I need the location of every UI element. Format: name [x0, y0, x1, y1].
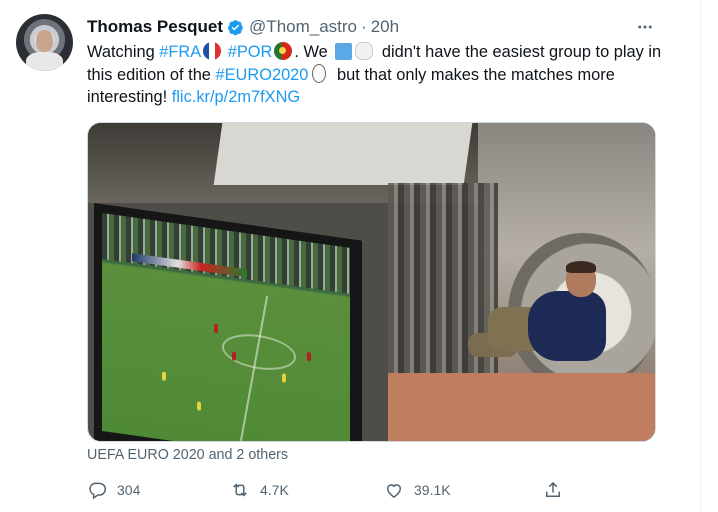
retweet-button[interactable]: 4.7K [230, 477, 289, 503]
more-options-icon[interactable] [632, 14, 658, 40]
hashtag-por[interactable]: #POR [228, 43, 273, 61]
tweet-actions: 304 4.7K 39.1K [87, 477, 587, 503]
author-handle[interactable]: @Thom_astro [249, 17, 357, 37]
share-icon [546, 481, 560, 497]
france-flag-icon [203, 42, 222, 60]
separator-dot: · [361, 17, 367, 36]
hashtag-euro2020[interactable]: #EURO2020 [215, 66, 308, 84]
euro-ball-emoji-icon [312, 63, 327, 83]
screen-player [162, 371, 166, 381]
screen-player [232, 351, 236, 361]
verified-badge-icon [228, 19, 243, 35]
tweet-link[interactable]: flic.kr/p/2m7fXNG [172, 88, 300, 106]
heart-icon [387, 484, 401, 498]
avatar-face [36, 30, 53, 52]
share-button[interactable] [543, 477, 563, 503]
goat-emoji-icon [355, 42, 374, 60]
tweet-text-part: . We [294, 43, 333, 61]
reply-button[interactable]: 304 [87, 477, 140, 503]
screen-player [214, 323, 218, 334]
like-button[interactable]: 39.1K [384, 477, 451, 503]
photo-equipment [388, 183, 498, 393]
blue-square-emoji-icon [335, 43, 353, 60]
screen-player [282, 373, 286, 383]
reply-count: 304 [117, 482, 141, 498]
astronaut-hair [566, 261, 596, 273]
reply-icon [89, 482, 107, 500]
timeline-border [700, 0, 701, 512]
screen-player [197, 401, 201, 411]
retweet-count: 4.7K [260, 482, 289, 498]
hashtag-fra[interactable]: #FRA [159, 43, 201, 61]
tweet-text-part: Watching [87, 43, 160, 61]
like-count: 39.1K [414, 482, 451, 498]
tweet-time[interactable]: 20h [371, 17, 399, 37]
portugal-flag-icon [274, 42, 293, 60]
tweet-text: Watching #FRA #POR. We didn't have the e… [87, 41, 687, 109]
avatar-suit [26, 52, 63, 71]
screen-player [307, 351, 311, 362]
tweet-header: Thomas Pesquet @Thom_astro · 20h [87, 16, 399, 38]
tweet-photo[interactable] [87, 122, 656, 442]
astronaut-shirt [528, 291, 606, 361]
retweet-icon [233, 483, 247, 497]
media-tags[interactable]: UEFA EURO 2020 and 2 others [87, 447, 288, 463]
avatar[interactable] [16, 14, 73, 71]
photo-ceiling-panel [213, 123, 473, 185]
photo-tv-screen [102, 213, 350, 441]
photo-astronaut [468, 261, 606, 393]
author-name[interactable]: Thomas Pesquet [87, 17, 223, 37]
